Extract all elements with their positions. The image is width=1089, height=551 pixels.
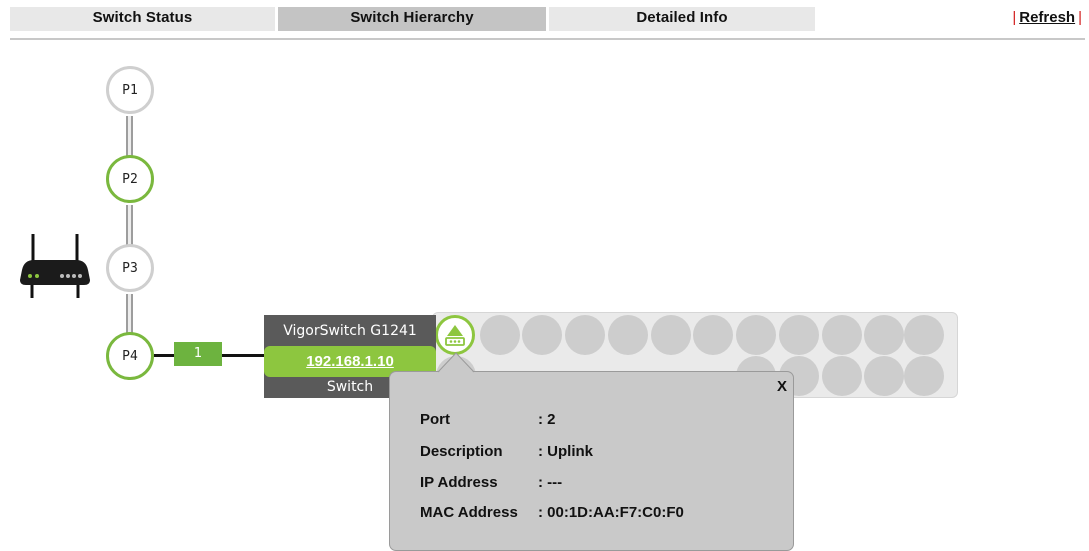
port-connector (126, 116, 133, 159)
info-value: : 00:1D:AA:F7:C0:F0 (538, 504, 684, 521)
info-label: Port (420, 411, 450, 428)
info-value: : 2 (538, 411, 556, 428)
tab-switch-hierarchy[interactable]: Switch Hierarchy (278, 7, 546, 31)
uplink-port-icon (445, 325, 465, 346)
info-label: MAC Address (420, 504, 518, 521)
uplink-port[interactable] (435, 315, 475, 355)
popup-pointer (437, 352, 475, 373)
refresh-link[interactable]: Refresh (1019, 9, 1075, 26)
switch-port[interactable] (864, 356, 904, 396)
info-value: : --- (538, 474, 563, 491)
switch-port[interactable] (779, 315, 819, 355)
info-label: IP Address (420, 474, 498, 491)
popup-close-button[interactable]: X (777, 378, 787, 395)
switch-port[interactable] (822, 315, 862, 355)
router-port-p4[interactable]: P4 (106, 332, 154, 380)
router-port-p2[interactable]: P2 (106, 155, 154, 203)
switch-port[interactable] (904, 356, 944, 396)
router-port-p3[interactable]: P3 (106, 244, 154, 292)
tab-underline (10, 38, 1085, 40)
switch-port[interactable] (608, 315, 648, 355)
switch-port[interactable] (522, 315, 562, 355)
separator: | (1012, 9, 1017, 26)
tab-detailed-info[interactable]: Detailed Info (549, 7, 815, 31)
port-info-popup: X Port : 2 Description : Uplink IP Address… (389, 371, 794, 551)
router-icon (20, 234, 90, 298)
switch-model: VigorSwitch G1241 (283, 323, 417, 339)
port-connector (126, 294, 133, 336)
switch-port[interactable] (693, 315, 733, 355)
info-row-mac-address: MAC Address : 00:1D:AA:F7:C0:F0 (420, 504, 684, 521)
info-value: : Uplink (538, 443, 593, 460)
switch-port[interactable] (822, 356, 862, 396)
refresh-area: | Refresh | (1009, 9, 1085, 26)
info-row-ip-address: IP Address : --- (420, 474, 562, 491)
tab-switch-status[interactable]: Switch Status (10, 7, 275, 31)
info-row-description: Description : Uplink (420, 443, 593, 460)
separator: | (1078, 9, 1082, 26)
port-connector (126, 205, 133, 248)
switch-port[interactable] (864, 315, 904, 355)
switch-port[interactable] (736, 315, 776, 355)
switch-port[interactable] (480, 315, 520, 355)
info-row-port: Port : 2 (420, 411, 556, 428)
switch-port[interactable] (651, 315, 691, 355)
switch-port[interactable] (904, 315, 944, 355)
link-port-badge[interactable]: 1 (174, 342, 222, 366)
router-port-p1[interactable]: P1 (106, 66, 154, 114)
info-label: Description (420, 443, 503, 460)
tab-bar: Switch Status Switch Hierarchy Detailed … (10, 7, 1085, 40)
switch-port[interactable] (565, 315, 605, 355)
